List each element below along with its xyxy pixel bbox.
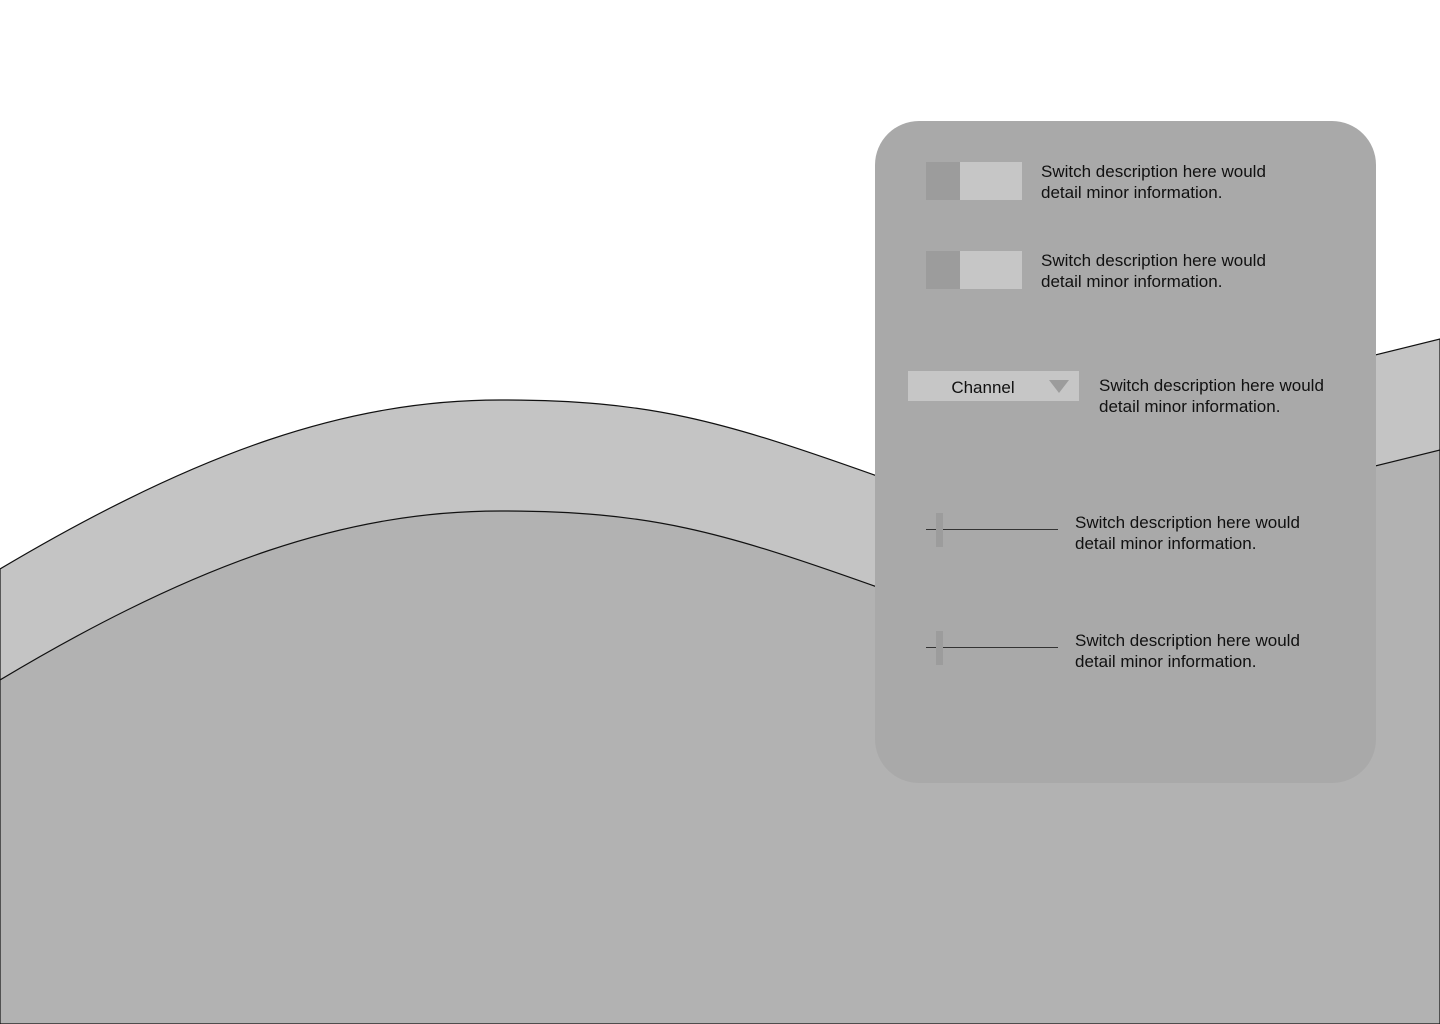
toggle-switch-1[interactable] — [926, 162, 1022, 200]
toggle-knob — [926, 251, 960, 289]
channel-select-value: Channel — [951, 378, 1015, 397]
toggle-1-description: Switch description here would detail min… — [1041, 162, 1266, 202]
slider-track — [926, 647, 1058, 648]
select-description: Switch description here would detail min… — [1099, 376, 1324, 416]
toggle-2-description: Switch description here would detail min… — [1041, 251, 1266, 291]
slider-track — [926, 529, 1058, 530]
slider-thumb[interactable] — [936, 513, 943, 547]
slider-2-description: Switch description here would detail min… — [1075, 631, 1300, 671]
slider-thumb[interactable] — [936, 631, 943, 665]
channel-select[interactable]: Channel — [908, 371, 1079, 401]
app-canvas: Switch description here would detail min… — [0, 0, 1440, 1024]
toggle-switch-2[interactable] — [926, 251, 1022, 289]
chevron-down-icon[interactable] — [1049, 380, 1069, 393]
settings-panel: Switch description here would detail min… — [875, 121, 1376, 783]
toggle-knob — [926, 162, 960, 200]
slider-1-description: Switch description here would detail min… — [1075, 513, 1300, 553]
slider-1[interactable] — [926, 513, 1058, 547]
slider-2[interactable] — [926, 631, 1058, 665]
